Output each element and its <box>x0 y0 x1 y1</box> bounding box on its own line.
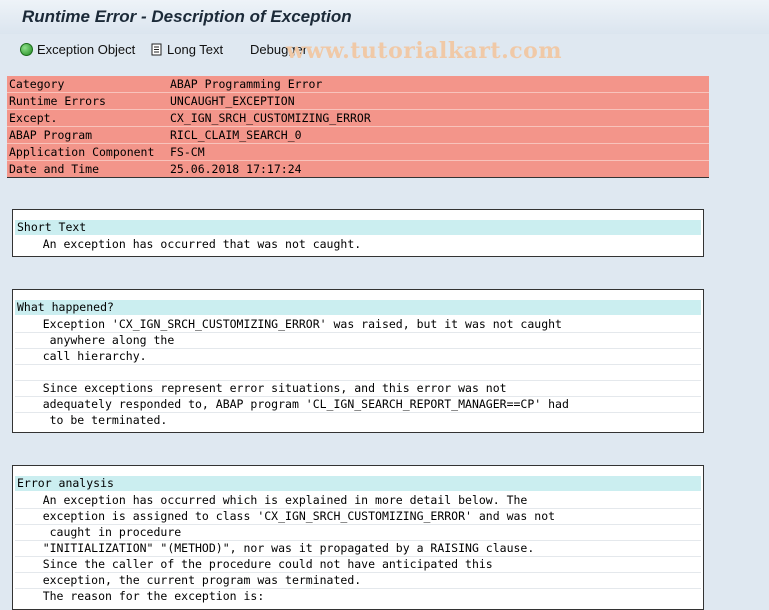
info-key: Category <box>9 77 65 91</box>
section-line: caught in procedure <box>15 524 701 541</box>
green-circle-icon <box>20 43 33 56</box>
info-key: ABAP Program <box>9 128 93 142</box>
info-key: Runtime Errors <box>9 94 106 108</box>
section-line: "INITIALIZATION" "(METHOD)", nor was it … <box>15 540 701 557</box>
section-line <box>15 364 701 381</box>
info-value: ABAP Programming Error <box>170 77 323 91</box>
info-row: Runtime Errors UNCAUGHT_EXCEPTION <box>7 92 709 109</box>
error-analysis-section: Error analysis An exception has occurred… <box>12 465 704 610</box>
exception-object-button[interactable]: Exception Object <box>20 42 135 57</box>
section-line: The reason for the exception is: <box>15 589 265 603</box>
info-row: Date and Time 25.06.2018 17:17:24 <box>7 160 709 177</box>
section-line: to be terminated. <box>15 413 168 427</box>
long-text-button[interactable]: Long Text <box>151 42 223 57</box>
section-line: Since the caller of the procedure could … <box>15 556 701 573</box>
window-title: Runtime Error - Description of Exception <box>22 7 352 26</box>
section-line: An exception has occurred which is expla… <box>15 492 701 509</box>
section-line: adequately responded to, ABAP program 'C… <box>15 396 701 413</box>
info-key: Application Component <box>9 145 155 159</box>
info-value: RICL_CLAIM_SEARCH_0 <box>170 128 302 142</box>
section-heading: Error analysis <box>15 476 701 491</box>
info-row: Except. CX_IGN_SRCH_CUSTOMIZING_ERROR <box>7 109 709 126</box>
section-line: Since exceptions represent error situati… <box>15 380 701 397</box>
watermark: www.tutorialkart.com <box>286 38 563 64</box>
info-key: Except. <box>9 111 58 125</box>
section-line: Exception 'CX_IGN_SRCH_CUSTOMIZING_ERROR… <box>15 316 701 333</box>
what-happened-section: What happened? Exception 'CX_IGN_SRCH_CU… <box>12 289 704 433</box>
document-icon <box>151 43 162 56</box>
info-row: Application Component FS-CM <box>7 143 709 160</box>
short-text-section: Short Text An exception has occurred tha… <box>12 209 704 257</box>
runtime-error-info-table: Category ABAP Programming Error Runtime E… <box>7 76 709 177</box>
info-value: UNCAUGHT_EXCEPTION <box>170 94 295 108</box>
info-value: 25.06.2018 17:17:24 <box>170 162 302 176</box>
section-heading: Short Text <box>15 220 701 235</box>
section-line: call hierarchy. <box>15 348 701 365</box>
section-line: exception, the current program was termi… <box>15 572 701 589</box>
section-line: An exception has occurred that was not c… <box>15 237 362 251</box>
divider <box>7 177 709 178</box>
exception-object-label: Exception Object <box>37 42 136 57</box>
long-text-label: Long Text <box>167 42 224 57</box>
info-value: CX_IGN_SRCH_CUSTOMIZING_ERROR <box>170 111 371 125</box>
info-row: ABAP Program RICL_CLAIM_SEARCH_0 <box>7 126 709 143</box>
info-key: Date and Time <box>9 162 100 176</box>
title-bar: Runtime Error - Description of Exception <box>0 0 769 34</box>
section-line: anywhere along the <box>15 332 701 349</box>
section-heading: What happened? <box>15 300 701 315</box>
section-line: exception is assigned to class 'CX_IGN_S… <box>15 508 701 525</box>
info-value: FS-CM <box>170 145 205 159</box>
info-row: Category ABAP Programming Error <box>7 76 709 92</box>
